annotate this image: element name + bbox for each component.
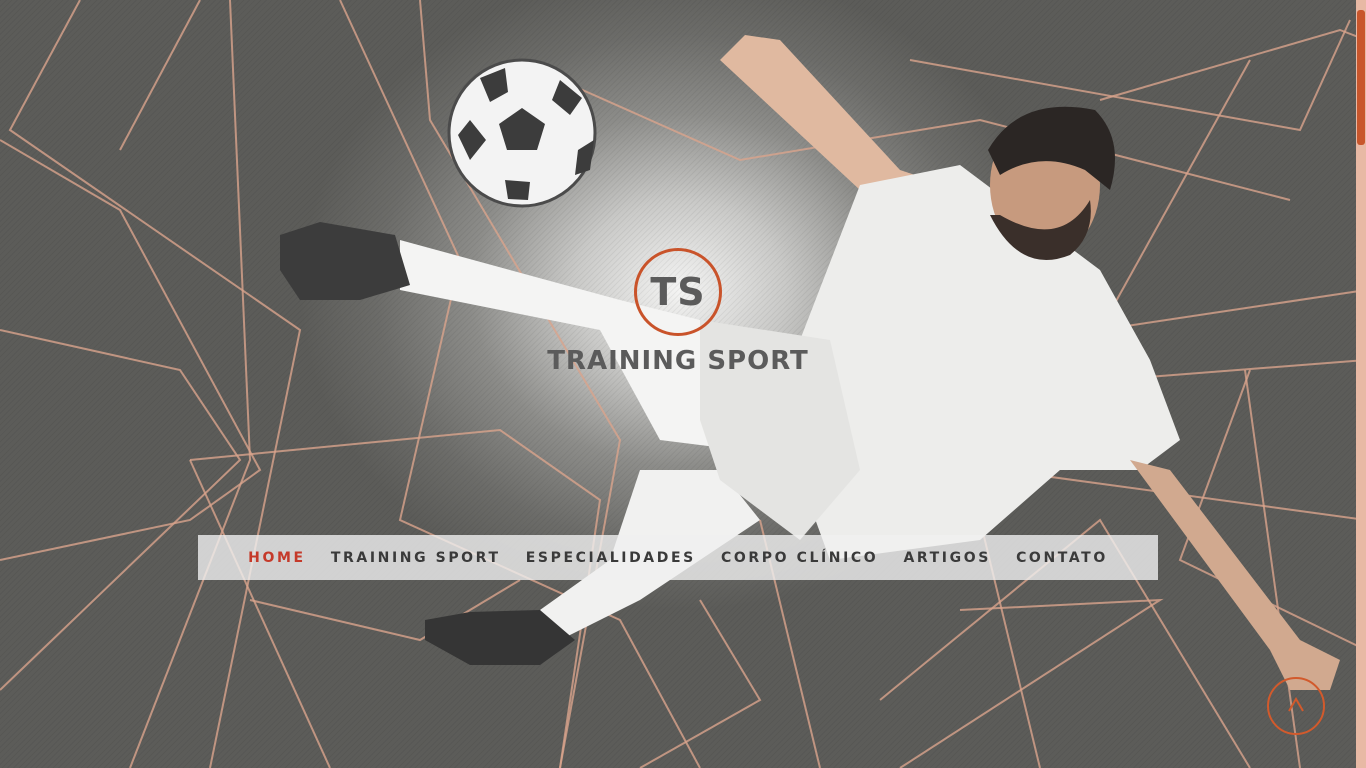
- logo-brand-name: TRAINING SPORT: [547, 346, 809, 376]
- main-navigation: HOME TRAINING SPORT ESPECIALIDADES CORPO…: [198, 535, 1158, 580]
- nav-item-artigos[interactable]: ARTIGOS: [903, 550, 990, 566]
- nav-item-especialidades[interactable]: ESPECIALIDADES: [526, 550, 696, 566]
- soccer-ball: [447, 58, 597, 208]
- scrollbar-thumb[interactable]: [1357, 10, 1365, 145]
- logo-emblem: TS: [634, 248, 722, 336]
- chevron-up-icon: [1288, 697, 1304, 712]
- nav-item-corpo-clinico[interactable]: CORPO CLÍNICO: [721, 550, 878, 566]
- site-logo[interactable]: TS TRAINING SPORT: [540, 248, 816, 376]
- page-scrollbar[interactable]: [1356, 0, 1366, 768]
- scroll-to-top-button[interactable]: [1267, 677, 1325, 735]
- nav-item-home[interactable]: HOME: [248, 550, 306, 566]
- soccer-player-image: [280, 35, 1340, 690]
- nav-item-contato[interactable]: CONTATO: [1016, 550, 1108, 566]
- hero-section: TS TRAINING SPORT HOME TRAINING SPORT ES…: [0, 0, 1366, 768]
- nav-item-training-sport[interactable]: TRAINING SPORT: [331, 550, 501, 566]
- logo-initials: TS: [650, 270, 706, 314]
